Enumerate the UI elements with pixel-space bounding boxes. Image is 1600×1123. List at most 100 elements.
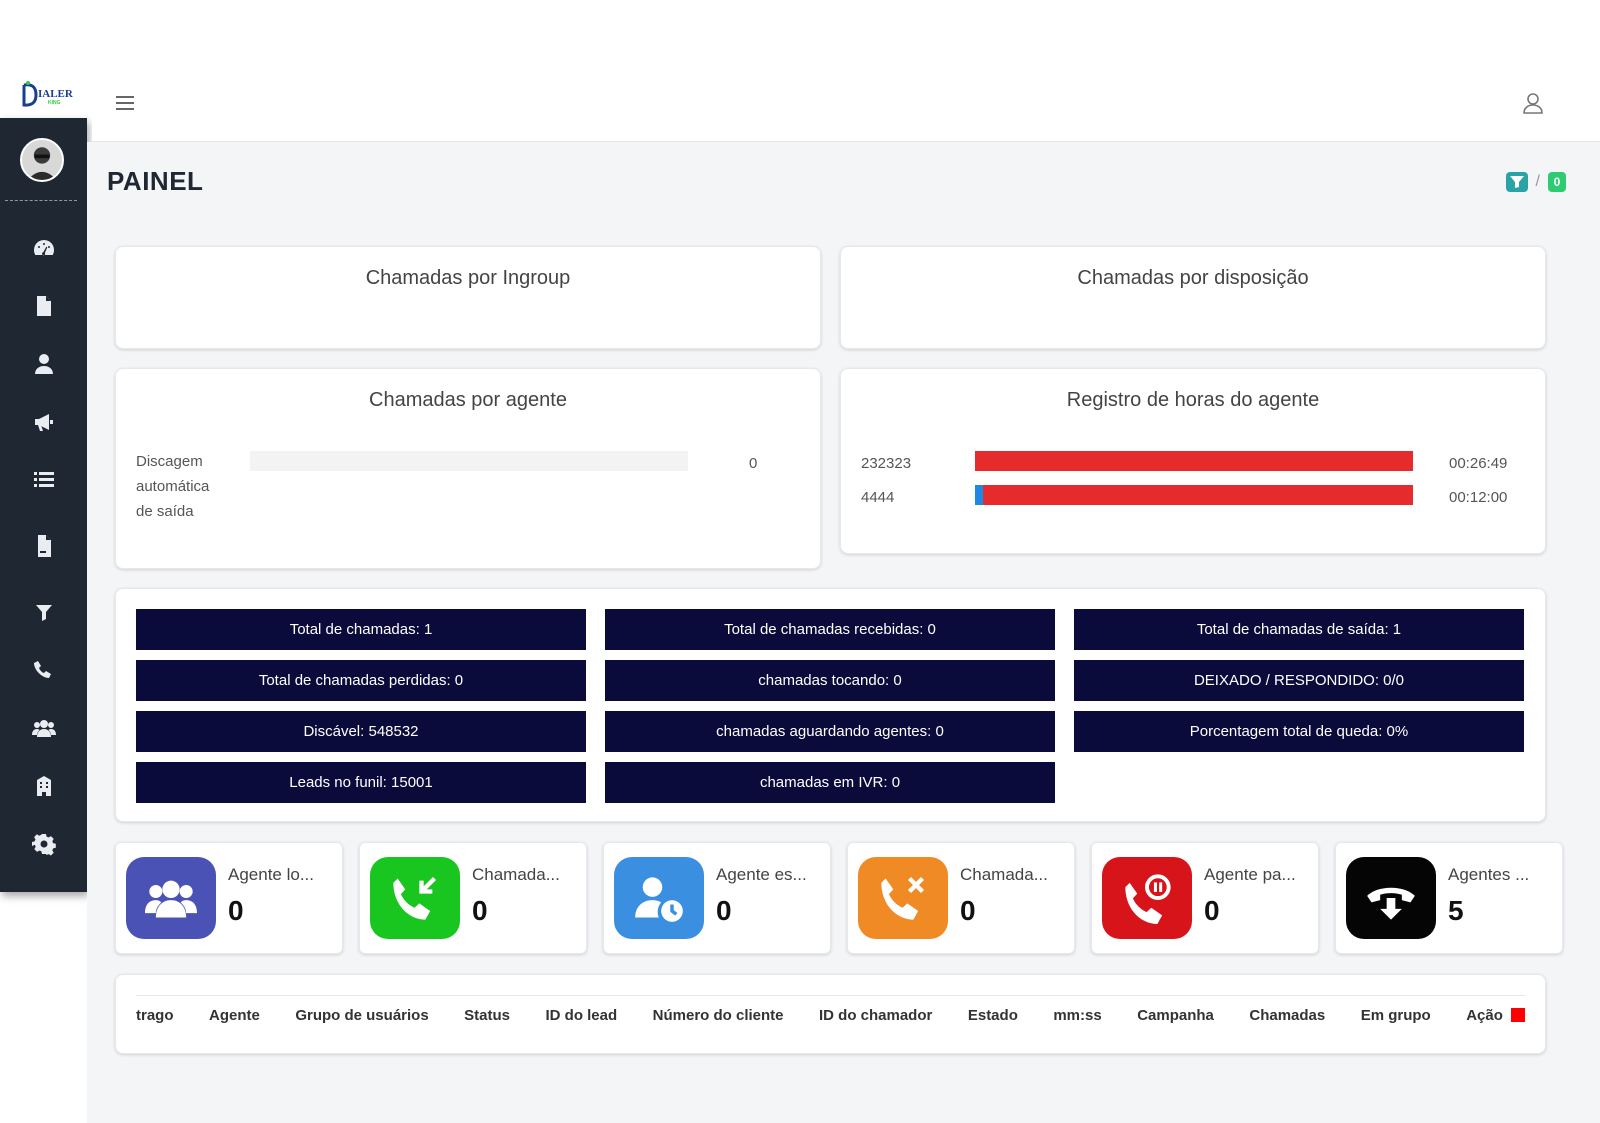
filter-icon	[35, 605, 52, 621]
svg-text:IALER: IALER	[38, 88, 74, 100]
status-count: 0	[1204, 895, 1220, 926]
document-icon	[36, 296, 51, 316]
agent-calls-bar	[250, 451, 688, 471]
svg-text:KING: KING	[48, 100, 61, 106]
sidebar-item-user-groups[interactable]	[0, 710, 87, 746]
card-title: Chamadas por agente	[369, 389, 567, 411]
brand-logo[interactable]: IALER KING	[0, 70, 92, 118]
label-line: automática	[136, 478, 210, 495]
status-label: Chamada...	[960, 865, 1048, 884]
top-bar	[92, 70, 1600, 142]
stat-inbound-calls: Total de chamadas recebidas: 0	[605, 609, 1055, 650]
menu-toggle-icon[interactable]	[116, 96, 134, 110]
table-header-action[interactable]: Ação	[1466, 1007, 1525, 1024]
table-header-cell[interactable]: Estado	[968, 1007, 1018, 1024]
agent-hours-bar-fill	[975, 485, 1413, 505]
stat-ivr-calls: chamadas em IVR: 0	[605, 762, 1055, 803]
page-title: PAINEL	[107, 166, 204, 196]
sidebar-item-documents[interactable]	[0, 288, 87, 324]
status-label: Agentes ...	[1448, 865, 1530, 884]
table-header-cell[interactable]: Em grupo	[1361, 1007, 1431, 1024]
action-flag-icon[interactable]	[1510, 1008, 1525, 1022]
stat-dropped-answered: DEIXADO / RESPONDIDO: 0/0	[1074, 660, 1524, 701]
gear-icon	[31, 834, 56, 856]
table-header-cell[interactable]: ID do chamador	[819, 1007, 932, 1024]
avatar[interactable]	[20, 138, 64, 182]
status-count: 0	[472, 895, 488, 926]
stat-dialable: Discável: 548532	[136, 711, 586, 752]
agent-calls-card: Chamadas por agente Discagem automática …	[115, 368, 821, 569]
stat-drop-percentage: Porcentagem total de queda: 0%	[1074, 711, 1524, 752]
status-card-missed-calls[interactable]: Chamada... 0	[847, 842, 1075, 954]
status-card-agents-dead[interactable]: Agentes ... 5	[1335, 842, 1563, 954]
status-cards-row: Agente lo... 0 Chamada... 0 Agente es...…	[115, 842, 1563, 954]
label-line: de saída	[136, 503, 194, 520]
sidebar-item-dashboard[interactable]	[0, 230, 87, 266]
funnel-icon	[1509, 176, 1524, 188]
card-title: Chamadas por disposição	[1077, 267, 1309, 289]
agent-hours-bar	[975, 451, 1413, 471]
sidebar-item-settings[interactable]	[0, 826, 87, 862]
table-header-cell[interactable]: Chamadas	[1249, 1007, 1325, 1024]
agent-hours-bar	[975, 485, 1413, 505]
table-header-cell[interactable]: Número do cliente	[653, 1007, 784, 1024]
disposition-calls-card: Chamadas por disposição	[840, 246, 1546, 349]
status-label: Agente es...	[716, 865, 807, 884]
sidebar-divider	[5, 200, 77, 201]
sidebar-item-lists[interactable]	[0, 462, 87, 498]
agent-hours-agent: 4444	[861, 489, 895, 506]
status-card-agents-paused[interactable]: Agente pa... 0	[1091, 842, 1319, 954]
realtime-agents-table: trago Agente Grupo de usuários Status ID…	[115, 974, 1546, 1054]
card-title: Chamadas por Ingroup	[365, 267, 571, 289]
sidebar-item-users[interactable]	[0, 346, 87, 382]
status-label: Agente lo...	[228, 865, 315, 884]
report-file-icon	[37, 535, 51, 557]
status-icon-box	[126, 857, 216, 939]
sidebar-item-reports[interactable]	[0, 528, 87, 564]
agent-calls-row-label: Discagem automática de saída	[136, 449, 209, 524]
agent-calls-value: 0	[749, 455, 758, 472]
dashboard-icon	[33, 240, 54, 256]
stat-waiting-agents: chamadas aguardando agentes: 0	[605, 711, 1055, 752]
status-icon-box	[1102, 857, 1192, 939]
breadcrumb: / 0	[1505, 172, 1566, 192]
table-header-cell: Ação	[1466, 1007, 1503, 1024]
call-stats-card: Total de chamadas: 1 Total de chamadas r…	[115, 588, 1546, 822]
table-header-cell[interactable]: Campanha	[1137, 1007, 1214, 1024]
list-icon	[33, 472, 54, 487]
status-card-agents-waiting[interactable]: Agente es... 0	[603, 842, 831, 954]
megaphone-icon	[34, 414, 53, 431]
stat-grid: Total de chamadas: 1 Total de chamadas r…	[136, 609, 1524, 803]
table-header-cell[interactable]: Grupo de usuários	[295, 1007, 428, 1024]
notification-badge[interactable]: 0	[1548, 172, 1566, 192]
filter-button[interactable]	[1505, 172, 1528, 192]
sidebar-item-filters[interactable]	[0, 594, 87, 630]
incoming-call-icon	[393, 876, 437, 920]
agent-hours-agent: 232323	[861, 455, 912, 472]
status-label: Chamada...	[472, 865, 560, 884]
status-card-agents-logged[interactable]: Agente lo... 0	[115, 842, 343, 954]
paused-call-icon	[1125, 874, 1171, 924]
table-header-cell[interactable]: mm:ss	[1053, 1007, 1101, 1024]
status-card-incoming-calls[interactable]: Chamada... 0	[359, 842, 587, 954]
user-account-icon[interactable]	[1520, 90, 1546, 116]
sidebar-item-buildings[interactable]	[0, 768, 87, 804]
card-title: Registro de horas do agente	[1066, 389, 1320, 411]
app-shell: IALER KING PAINEL / 0 Chamadas por Ingro…	[0, 70, 1600, 1123]
table-header-cell[interactable]: ID do lead	[545, 1007, 617, 1024]
sidebar-item-calls[interactable]	[0, 652, 87, 688]
status-icon-box	[370, 857, 460, 939]
building-icon	[36, 776, 51, 796]
stat-ringing-calls: chamadas tocando: 0	[605, 660, 1055, 701]
sidebar-item-campaigns[interactable]	[0, 404, 87, 440]
label-line: Discagem	[136, 453, 203, 470]
status-count: 0	[716, 895, 732, 926]
stat-lost-calls: Total de chamadas perdidas: 0	[136, 660, 586, 701]
hangup-icon	[1367, 887, 1415, 920]
dialer-king-logo-icon: IALER KING	[22, 81, 74, 107]
stat-leads-in-hopper: Leads no funil: 15001	[136, 762, 586, 803]
table-header-cell[interactable]: trago	[136, 1007, 174, 1024]
table-header-cell[interactable]: Agente	[209, 1007, 260, 1024]
table-header-cell[interactable]: Status	[464, 1007, 510, 1024]
user-icon	[34, 354, 53, 374]
